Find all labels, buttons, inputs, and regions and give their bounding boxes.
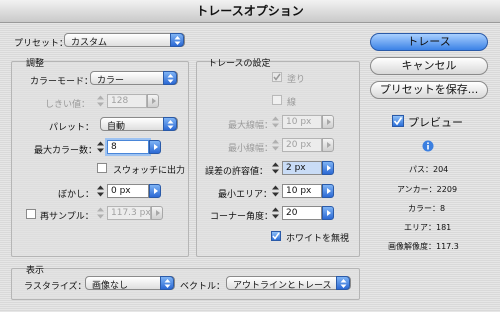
rasterize-select[interactable]: 画像なし: [85, 276, 175, 291]
stepper-icon[interactable]: [270, 184, 281, 198]
corner-angle-label: コーナー角度：: [210, 212, 274, 222]
dropdown-arrow-icon[interactable]: [322, 184, 334, 198]
resolution-info: 画像解像度：117.3: [388, 242, 459, 251]
min-area-value: 10 px: [286, 186, 312, 196]
stepper-icon[interactable]: [95, 140, 106, 154]
adjust-group: [11, 61, 189, 257]
palette-value: 自動: [107, 122, 126, 132]
display-group-title: 表示: [26, 266, 45, 276]
preset-select[interactable]: カスタム: [64, 33, 185, 48]
dropdown-arrow-icon[interactable]: [322, 161, 334, 175]
areas-info: エリア：181: [404, 223, 452, 232]
stepper-icon: [272, 139, 279, 151]
updown-arrow-icon: [163, 117, 177, 131]
color-mode-value: カラー: [97, 76, 125, 86]
anchors-info: アンカー：2209: [397, 185, 458, 194]
updown-arrow-icon: [170, 33, 184, 47]
corner-angle-value: 20: [286, 208, 298, 218]
stepper-icon[interactable]: [270, 206, 281, 220]
trace-settings-title: トレースの設定: [208, 59, 271, 69]
max-colors-value: 8: [111, 142, 117, 152]
stepper-icon: [97, 95, 104, 107]
ignore-white-label: ホワイトを無視: [286, 234, 350, 244]
vector-label: ベクトル：: [180, 282, 226, 292]
tolerance-value: 2 px: [286, 163, 306, 173]
color-mode-label: カラーモード：: [30, 77, 94, 87]
stepper-icon: [272, 116, 279, 128]
trace-settings-group: [196, 61, 360, 257]
updown-arrow-icon: [163, 71, 177, 85]
dropdown-arrow-icon: [322, 115, 334, 129]
stepper-icon: [97, 207, 104, 219]
resample-field: 117.3 px: [95, 206, 163, 220]
rasterize-value: 画像なし: [92, 281, 129, 291]
blur-value: 0 px: [111, 186, 131, 196]
dropdown-arrow-icon: [151, 206, 163, 220]
preview-checkbox[interactable]: [392, 115, 404, 127]
palette-label: パレット：: [49, 123, 95, 133]
resample-value: 117.3 px: [111, 208, 151, 218]
threshold-label: しきい値：: [45, 100, 91, 110]
trace-button[interactable]: トレース: [370, 33, 488, 51]
swatch-output-label: スウォッチに出力: [113, 166, 186, 176]
threshold-field: 128: [95, 94, 159, 108]
resample-label: 再サンプル：: [40, 212, 94, 222]
rasterize-label: ラスタライズ：: [24, 282, 87, 292]
blur-label: ぼかし：: [58, 190, 95, 200]
preset-value: カスタム: [71, 38, 108, 48]
dropdown-arrow-icon: [322, 138, 334, 152]
stroke-label: 線: [287, 98, 297, 108]
max-stroke-field: 10 px: [270, 115, 334, 129]
min-area-label: 最小エリア：: [218, 190, 273, 200]
vector-value: アウトラインとトレース: [233, 281, 332, 291]
corner-angle-field[interactable]: 20: [270, 206, 334, 220]
resample-checkbox[interactable]: [26, 209, 36, 219]
max-stroke-value: 10 px: [286, 117, 312, 127]
cancel-button[interactable]: キャンセル: [370, 57, 488, 75]
info-icon: [422, 140, 434, 152]
updown-arrow-icon: [336, 276, 350, 290]
colors-info: カラー：8: [408, 204, 446, 213]
tolerance-field[interactable]: 2 px: [270, 161, 334, 175]
swatch-output-checkbox[interactable]: [97, 163, 107, 173]
min-stroke-label: 最小線幅：: [228, 144, 274, 154]
min-area-field[interactable]: 10 px: [270, 184, 334, 198]
palette-select[interactable]: 自動: [100, 117, 178, 132]
max-colors-field[interactable]: 8: [95, 140, 161, 154]
dropdown-arrow-icon[interactable]: [149, 184, 161, 198]
color-mode-select[interactable]: カラー: [90, 71, 178, 86]
blur-field[interactable]: 0 px: [95, 184, 161, 198]
paths-info: パス：204: [409, 165, 449, 174]
min-stroke-value: 20 px: [286, 140, 312, 150]
preview-label: プレビュー: [408, 116, 463, 129]
max-stroke-label: 最大線幅：: [228, 121, 274, 131]
updown-arrow-icon: [160, 276, 174, 290]
window-title: トレースオプション: [0, 0, 500, 23]
stroke-checkbox: [272, 95, 282, 105]
dropdown-arrow-icon: [147, 94, 159, 108]
min-stroke-field: 20 px: [270, 138, 334, 152]
fill-checkbox: [272, 72, 282, 82]
vector-select[interactable]: アウトラインとトレース: [226, 276, 351, 291]
max-colors-label: 最大カラー数：: [34, 146, 98, 156]
preset-label: プリセット：: [14, 39, 69, 49]
trace-options-dialog: トレースオプション プリセット： カスタム 調整 カラーモード： カラー しきい…: [0, 0, 500, 312]
save-preset-button[interactable]: プリセットを保存...: [370, 81, 488, 99]
dropdown-arrow-icon[interactable]: [322, 206, 334, 220]
stepper-icon[interactable]: [270, 161, 281, 175]
stepper-icon[interactable]: [95, 184, 106, 198]
adjust-group-title: 調整: [26, 59, 45, 69]
tolerance-label: 誤差の許容値：: [205, 167, 269, 177]
dropdown-arrow-icon[interactable]: [149, 140, 161, 154]
threshold-value: 128: [111, 96, 129, 106]
ignore-white-checkbox[interactable]: [271, 231, 281, 241]
fill-label: 塗り: [287, 75, 306, 85]
